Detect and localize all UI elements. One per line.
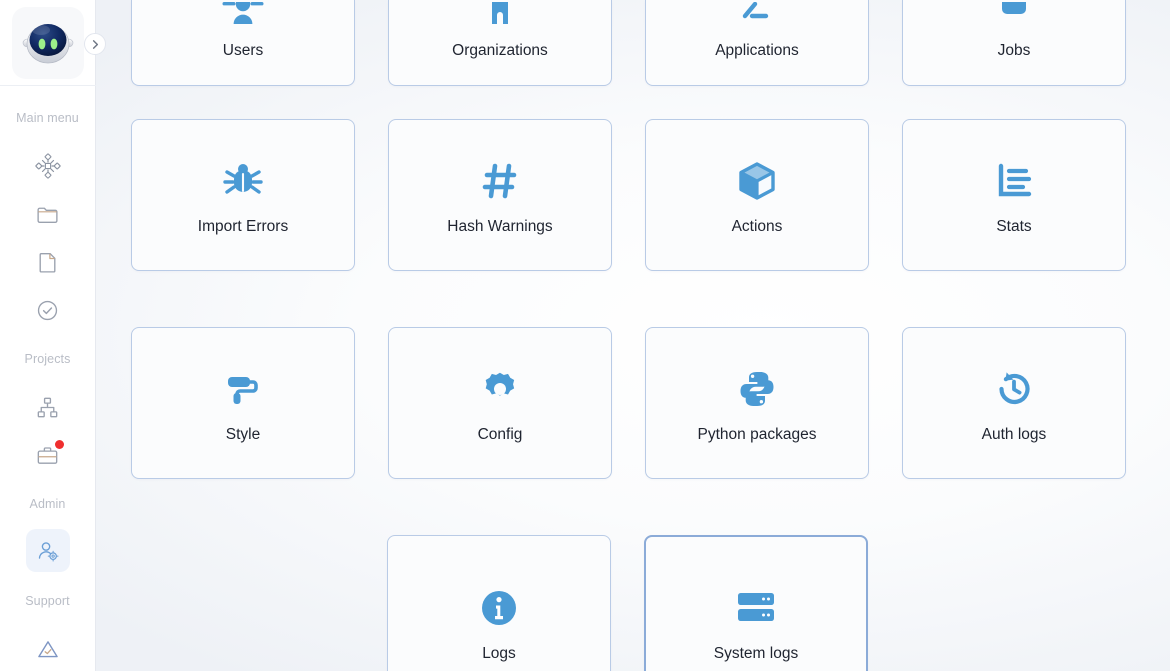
card-label: System logs xyxy=(713,645,799,663)
briefcase-icon xyxy=(991,1,1037,36)
cube-box-icon xyxy=(736,154,778,208)
card-applications[interactable]: Applications xyxy=(645,0,869,86)
users-icon xyxy=(220,1,266,36)
bug-icon xyxy=(222,154,264,208)
card-actions[interactable]: Actions xyxy=(645,119,869,271)
building-icon xyxy=(477,1,523,36)
check-circle-icon xyxy=(37,301,58,321)
triangle-alert-icon xyxy=(37,641,58,658)
sidebar-section-label-main-menu: Main menu xyxy=(16,110,79,125)
card-label: Config xyxy=(477,426,523,444)
card-auth-logs[interactable]: Auth logs xyxy=(902,327,1126,479)
info-circle-icon xyxy=(478,581,520,635)
sidebar-item-dag-workflow[interactable] xyxy=(26,144,70,187)
gear-icon xyxy=(479,362,521,416)
paint-roller-icon xyxy=(222,362,264,416)
card-organizations[interactable]: Organizations xyxy=(388,0,612,86)
history-clock-icon xyxy=(993,362,1035,416)
card-label: Users xyxy=(222,41,264,59)
file-icon xyxy=(39,253,56,273)
notification-badge xyxy=(54,440,64,450)
sidebar-section-label-support: Support xyxy=(25,593,70,608)
sidebar-item-support[interactable] xyxy=(26,628,70,671)
card-row: Style Config Python packages Auth logs xyxy=(131,327,1135,479)
card-hash-warnings[interactable]: Hash Warnings xyxy=(388,119,612,271)
card-import-errors[interactable]: Import Errors xyxy=(131,119,355,271)
card-label: Auth logs xyxy=(981,426,1047,444)
sitemap-icon xyxy=(37,397,58,418)
sidebar-item-check-circle[interactable] xyxy=(26,289,70,332)
sidebar: Main menu Projects Admin Support xyxy=(0,0,106,671)
card-label: Applications xyxy=(715,41,799,59)
card-label: Import Errors xyxy=(197,218,289,236)
sidebar-section-label-projects: Projects xyxy=(24,352,71,367)
card-label: Stats xyxy=(996,218,1032,236)
card-label: Actions xyxy=(731,218,783,236)
card-label: Jobs xyxy=(997,41,1031,59)
server-icon xyxy=(735,581,777,635)
card-config[interactable]: Config xyxy=(388,327,612,479)
dag-workflow-icon xyxy=(34,153,61,179)
main-content: Users Organizations Applications Jobs Im… xyxy=(96,0,1170,671)
card-style[interactable]: Style xyxy=(131,327,355,479)
card-label: Style xyxy=(225,426,261,444)
card-jobs[interactable]: Jobs xyxy=(902,0,1126,86)
folder-icon xyxy=(37,207,58,223)
card-label: Hash Warnings xyxy=(447,218,553,236)
card-label: Organizations xyxy=(452,41,548,59)
chevron-right-icon xyxy=(92,39,98,49)
sidebar-section-label-admin: Admin xyxy=(29,497,66,512)
hash-icon xyxy=(479,154,521,208)
bot-avatar-logo[interactable] xyxy=(11,6,84,79)
card-python-packages[interactable]: Python packages xyxy=(645,327,869,479)
card-label: Logs xyxy=(482,645,516,663)
user-gear-icon xyxy=(38,542,59,562)
sidebar-item-briefcase[interactable] xyxy=(26,434,70,477)
card-label: Python packages xyxy=(697,426,817,444)
code-slash-icon xyxy=(734,1,780,36)
sidebar-item-admin[interactable] xyxy=(25,528,70,573)
card-grid: Users Organizations Applications Jobs Im… xyxy=(96,0,1170,671)
python-icon xyxy=(736,362,778,416)
sidebar-item-file[interactable] xyxy=(26,241,70,284)
card-stats[interactable]: Stats xyxy=(902,119,1126,271)
card-logs[interactable]: Logs xyxy=(387,535,611,671)
card-system-logs[interactable]: System logs xyxy=(644,535,868,671)
brand-area xyxy=(0,0,96,86)
sidebar-collapse-button[interactable] xyxy=(84,33,106,55)
sidebar-item-sitemap[interactable] xyxy=(26,386,70,429)
card-row: Users Organizations Applications Jobs xyxy=(131,0,1135,86)
bar-chart-icon xyxy=(993,154,1035,208)
bot-avatar-icon xyxy=(22,23,73,63)
card-row: Logs System logs xyxy=(131,535,1135,671)
card-users[interactable]: Users xyxy=(131,0,355,86)
card-row: Import Errors Hash Warnings Actions Stat… xyxy=(131,119,1135,271)
sidebar-item-folder[interactable] xyxy=(26,193,70,236)
